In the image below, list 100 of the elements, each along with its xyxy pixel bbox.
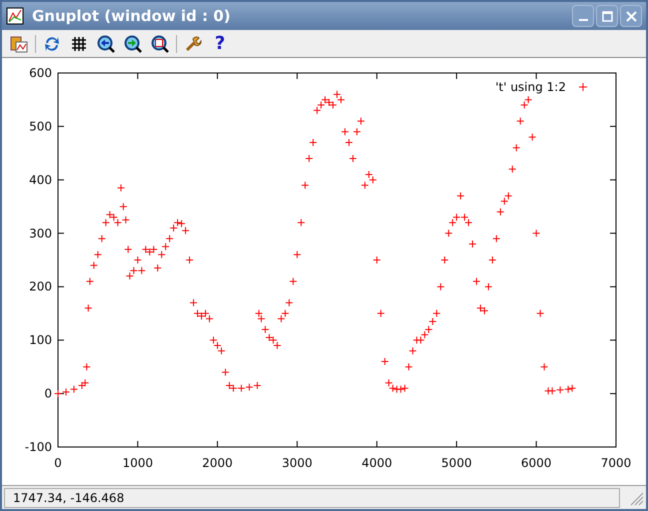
data-point [313,106,322,114]
data-point [122,216,130,224]
data-point [254,309,263,318]
grid-icon [71,36,87,52]
x-tick-label: 0 [54,456,62,470]
close-button[interactable] [620,5,642,27]
data-point [197,312,206,320]
data-point [301,181,310,190]
data-point [84,304,92,312]
data-point [174,218,182,227]
data-point [484,282,492,291]
data-point [261,325,270,334]
data-point [98,234,106,243]
data-point [400,384,409,392]
legend-marker-icon [578,82,588,92]
data-point [340,128,349,136]
data-point [396,385,405,394]
data-point [325,98,334,106]
data-point [265,333,274,342]
data-point [124,245,132,254]
data-point [460,213,469,222]
data-point [480,306,488,315]
data-point [150,245,158,254]
data-point [201,309,210,318]
data-point [86,277,94,286]
data-point [492,234,500,243]
y-tick-label: 600 [29,66,52,80]
data-point [62,388,70,396]
autoscale-button[interactable] [149,32,171,54]
data-point [496,208,504,216]
data-point [81,378,90,387]
x-tick-label: 5000 [441,456,472,470]
zoom-forward-button[interactable] [122,32,144,54]
data-point [476,304,484,312]
y-tick-label: 0 [44,386,52,401]
data-point [488,256,496,264]
data-point [336,96,345,104]
data-point [348,154,357,162]
data-point [372,256,381,264]
data-point [305,154,314,162]
data-point [146,248,154,256]
data-point [225,382,234,390]
data-point [119,202,128,211]
plot-app-icon [6,7,24,25]
y-tick-label: 200 [29,280,52,294]
maximize-icon [602,10,612,22]
data-point [540,362,548,371]
data-point [456,192,465,200]
data-point [237,384,246,392]
data-point [126,272,134,280]
data-point [134,256,142,264]
data-point [110,213,118,222]
data-point [464,218,473,227]
data-point [516,117,524,126]
data-point [376,309,385,318]
data-point [142,245,150,254]
data-point [221,368,230,376]
minimize-button[interactable] [572,5,594,27]
data-point [317,101,326,110]
data-point [532,229,540,238]
data-point [568,384,576,392]
zoom-back-button[interactable] [95,32,117,54]
data-point [186,256,194,264]
data-point [182,226,190,235]
data-point [154,264,162,272]
data-point [309,138,318,146]
x-tick-label: 2000 [202,456,233,470]
help-button[interactable]: ? [209,32,231,54]
data-point [380,358,389,366]
data-point [130,266,138,275]
data-point [273,341,282,350]
data-point [356,117,365,126]
data-point [138,266,146,275]
wrench-icon [184,34,202,52]
data-point [106,210,114,219]
data-point [217,346,226,355]
data-point [158,250,166,259]
data-point [452,213,461,222]
magnifier-chart-icon [151,34,169,52]
data-point [512,144,520,152]
data-point [190,298,198,307]
close-icon [626,10,636,22]
legend-label: 't' using 1:2 [495,80,566,94]
data-point [424,325,433,334]
maximize-button[interactable] [596,5,618,27]
data-point [352,128,361,136]
y-tick-label: 400 [29,172,52,187]
x-tick-label: 3000 [282,456,312,470]
cursor-coordinates: 1747.34, -146.468 [13,490,124,506]
data-point [536,309,544,318]
data-point [416,336,425,344]
data-point [114,218,122,227]
data-point [178,220,186,228]
data-point [520,101,528,110]
data-point [257,314,266,323]
data-point [344,138,353,146]
data-point [428,317,437,326]
data-point [329,101,338,110]
minimize-icon [578,19,588,21]
y-tick-label: -100 [24,440,52,454]
